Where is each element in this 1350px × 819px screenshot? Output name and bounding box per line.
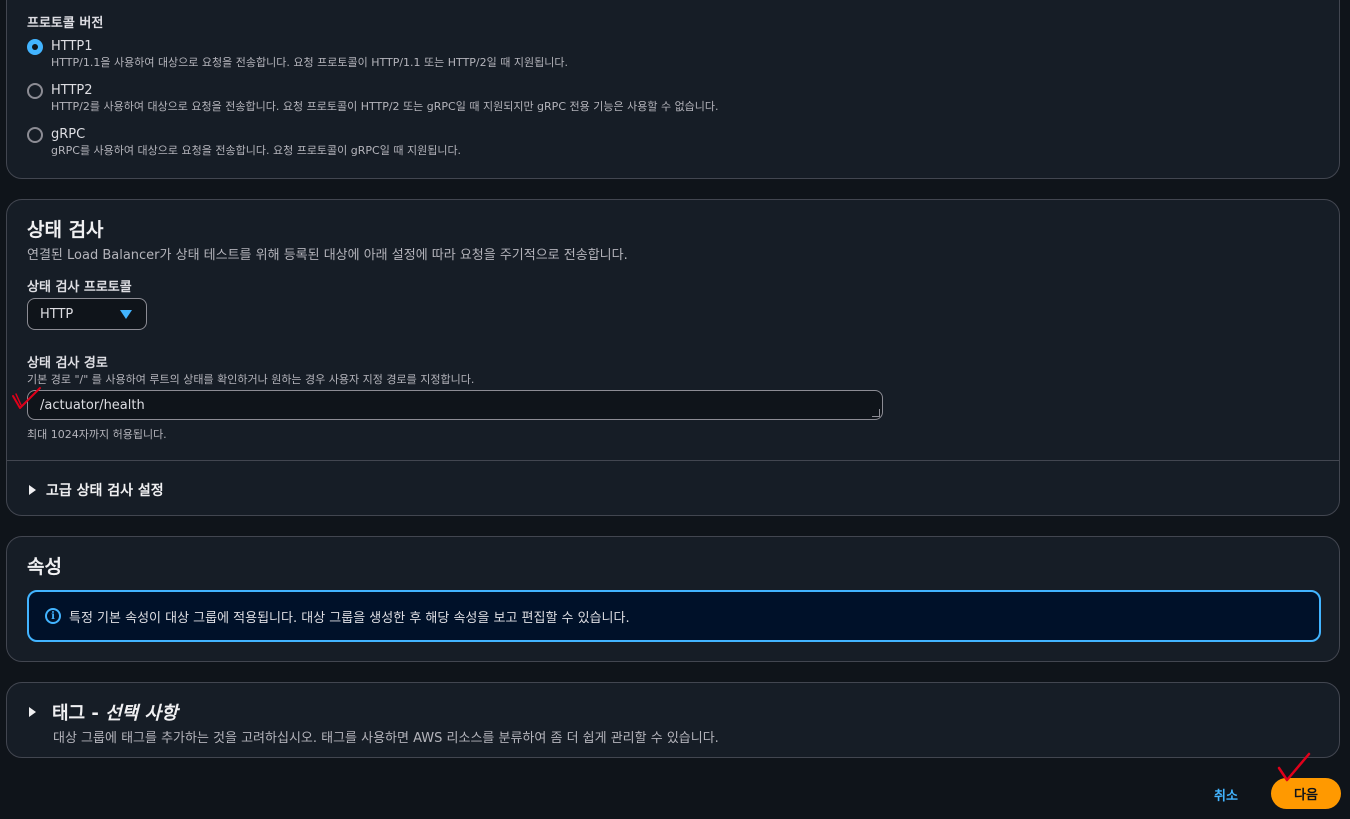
checkmark-annotation-icon [12,387,41,409]
tags-toggle[interactable]: 태그 - 선택 사항 [29,699,178,725]
health-check-description: 연결된 Load Balancer가 상태 테스트를 위해 등록된 대상에 아래… [27,248,628,263]
advanced-health-check-toggle[interactable]: 고급 상태 검사 설정 [29,480,164,500]
health-check-title: 상태 검사 [27,219,104,241]
info-alert-text: 특정 기본 속성이 대상 그룹에 적용됩니다. 대상 그룹을 생성한 후 해당 … [69,610,630,626]
resize-handle-icon[interactable] [872,409,880,417]
radio-grpc-title: gRPC [51,127,86,142]
checkmark-annotation-icon [1277,752,1311,782]
radio-http1-desc: HTTP/1.1을 사용하여 대상으로 요청을 전송합니다. 요청 프로토콜이 … [51,56,568,69]
tags-title-text: 태그 - [52,703,106,724]
advanced-health-check-label: 고급 상태 검사 설정 [46,483,164,499]
tags-title: 태그 - 선택 사항 [52,699,178,725]
radio-http2[interactable] [27,83,43,99]
health-check-protocol-value: HTTP [40,306,74,322]
caret-down-icon [120,310,132,319]
protocol-version-panel: 프로토콜 버전 HTTP1 HTTP/1.1을 사용하여 대상으로 요청을 전송… [6,0,1340,179]
tags-panel: 태그 - 선택 사항 대상 그룹에 태그를 추가하는 것을 고려하십시오. 태그… [6,682,1340,758]
protocol-version-label: 프로토콜 버전 [27,16,104,31]
info-alert: i 특정 기본 속성이 대상 그룹에 적용됩니다. 대상 그룹을 생성한 후 해… [27,590,1321,642]
attributes-title: 속성 [27,556,62,578]
radio-http1[interactable] [27,39,43,55]
radio-option-http2[interactable]: HTTP2 HTTP/2를 사용하여 대상으로 요청을 전송합니다. 요청 프로… [27,82,719,114]
radio-grpc-desc: gRPC를 사용하여 대상으로 요청을 전송합니다. 요청 프로토콜이 gRPC… [51,144,462,157]
radio-grpc[interactable] [27,127,43,143]
health-check-path-hint: 기본 경로 "/" 를 사용하여 루트의 상태를 확인하거나 원하는 경우 사용… [27,373,475,386]
tags-title-optional: 선택 사항 [105,703,178,724]
caret-right-icon [29,707,36,717]
health-check-path-constraint: 최대 1024자까지 허용됩니다. [27,428,167,441]
health-check-path-value: /actuator/health [40,397,145,413]
health-check-path-label: 상태 검사 경로 [27,356,108,371]
radio-http1-title: HTTP1 [51,39,93,54]
health-check-panel: 상태 검사 연결된 Load Balancer가 상태 테스트를 위해 등록된 … [6,199,1340,516]
tags-description: 대상 그룹에 태그를 추가하는 것을 고려하십시오. 태그를 사용하면 AWS … [53,731,719,746]
radio-option-grpc[interactable]: gRPC gRPC를 사용하여 대상으로 요청을 전송합니다. 요청 프로토콜이… [27,126,461,158]
radio-option-http1[interactable]: HTTP1 HTTP/1.1을 사용하여 대상으로 요청을 전송합니다. 요청 … [27,38,568,70]
caret-right-icon [29,485,36,495]
divider [7,460,1339,461]
health-check-protocol-select[interactable]: HTTP [27,298,147,330]
health-check-path-input[interactable]: /actuator/health [27,390,883,420]
health-check-protocol-label: 상태 검사 프로토콜 [27,280,132,295]
attributes-panel: 속성 i 특정 기본 속성이 대상 그룹에 적용됩니다. 대상 그룹을 생성한 … [6,536,1340,662]
info-icon: i [45,608,61,624]
radio-http2-title: HTTP2 [51,83,93,98]
radio-http2-desc: HTTP/2를 사용하여 대상으로 요청을 전송합니다. 요청 프로토콜이 HT… [51,100,719,113]
cancel-button[interactable]: 취소 [1214,785,1238,804]
